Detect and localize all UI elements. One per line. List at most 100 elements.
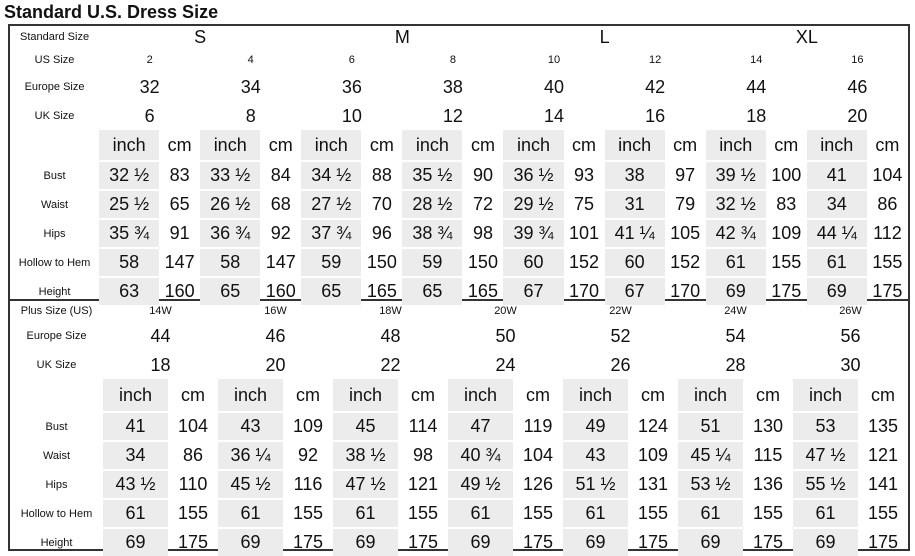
hips-cm-cell: 96: [361, 218, 403, 247]
row-label: Hollow to Hem: [10, 247, 100, 276]
hips-inch-cell: 51 ½: [563, 469, 628, 498]
unit-inch-header: inch: [103, 379, 168, 411]
unit-cm-header: cm: [411, 384, 435, 405]
bust-cm-cell: 97: [664, 160, 706, 189]
uk-size-cell: 18: [150, 354, 171, 375]
bust-inch-cell: 39 ½: [705, 160, 766, 189]
bust-cm-cell: 100: [765, 160, 807, 189]
hollow-to-hem-inch-cell: 60: [604, 247, 665, 276]
row-label: UK Size: [36, 359, 77, 371]
height-inch-cell: 69: [563, 527, 628, 556]
waist-inch-cell: 29 ½: [503, 189, 564, 218]
hollow-to-hem-cm-cell: 152: [664, 247, 706, 276]
europe-size-cell: 56: [840, 325, 861, 346]
unit-inch-header: inch: [448, 379, 513, 411]
measure-row-hips: Hips 35 ¾ 91 36 ¾ 92 37 ¾ 96 38 ¾ 98 39 ¾ 101 41 ¼1…: [10, 218, 908, 247]
hollow-to-hem-cm-cell: 147: [159, 247, 201, 276]
hips-cm-cell: 109: [765, 218, 807, 247]
us-size-cell: 2: [146, 54, 153, 66]
row-label: Hollow to Hem: [10, 498, 103, 527]
waist-inch-cell: 31: [604, 189, 665, 218]
hips-inch-cell: 43 ½: [103, 469, 168, 498]
unit-cm-header: cm: [526, 384, 550, 405]
us-size-cell: 12: [648, 54, 662, 66]
hips-cm-cell: 91: [159, 218, 201, 247]
europe-size-cell: 46: [847, 76, 868, 97]
unit-inch-header: inch: [503, 130, 564, 160]
measure-row-waist: Waist 25 ½ 65 26 ½ 68 27 ½ 70 28 ½ 72 29 ½ 75 31 79 3…: [10, 189, 908, 218]
waist-inch-cell: 36 ¼: [218, 440, 283, 469]
hollow-to-hem-inch-cell: 61: [793, 498, 858, 527]
unit-inch-header: inch: [678, 379, 743, 411]
plus-size-cell: 18W: [379, 305, 402, 317]
plus-size-row: Plus Size (US) 14W 16W 18W 20W 22W 24W 26W: [10, 301, 908, 321]
hollow-to-hem-cm-cell: 150: [462, 247, 504, 276]
hips-cm-cell: 110: [168, 469, 218, 498]
us-size-cell: 8: [449, 54, 456, 66]
row-label: UK Size: [34, 110, 75, 122]
height-cm-cell: 175: [743, 527, 793, 556]
bust-cm-cell: 104: [168, 411, 218, 440]
unit-cm-header: cm: [572, 134, 597, 155]
bust-inch-cell: 45: [333, 411, 398, 440]
bust-cm-cell: 124: [628, 411, 678, 440]
hollow-to-hem-cm-cell: 155: [398, 498, 448, 527]
hips-cm-cell: 105: [664, 218, 706, 247]
uk-size-cell: 16: [645, 105, 666, 126]
measure-row-height: Height 69 175 69 175 69 175 69 175 69 175 69 175 69 17…: [10, 527, 908, 556]
unit-inch-header: inch: [200, 130, 261, 160]
us-size-cell: 14: [750, 54, 763, 66]
unit-inch-header: inch: [301, 130, 362, 160]
waist-inch-cell: 26 ½: [200, 189, 261, 218]
waist-inch-cell: 27 ½: [301, 189, 362, 218]
row-label: Bust: [10, 160, 100, 189]
standard-size-table: Standard Size S M L XL US Size 2 4 6 8 10 12 14 16 Eur…: [10, 26, 908, 305]
europe-size-cell: 46: [265, 325, 286, 346]
uk-size-row: UK Size 18 20 22 24 26 28 30: [10, 351, 908, 379]
uk-size-cell: 30: [840, 354, 861, 375]
hollow-to-hem-cm-cell: 155: [858, 498, 908, 527]
us-size-cell: 16: [851, 54, 864, 66]
waist-cm-cell: 104: [513, 440, 563, 469]
hollow-to-hem-cm-cell: 155: [628, 498, 678, 527]
bust-inch-cell: 38: [604, 160, 665, 189]
unit-inch-header: inch: [806, 130, 867, 160]
waist-cm-cell: 121: [858, 440, 908, 469]
uk-size-cell: 14: [544, 105, 565, 126]
bust-cm-cell: 109: [283, 411, 333, 440]
hollow-to-hem-inch-cell: 61: [678, 498, 743, 527]
row-label: Height: [10, 527, 103, 556]
waist-inch-cell: 34: [806, 189, 867, 218]
bust-inch-cell: 51: [678, 411, 743, 440]
height-inch-cell: 69: [448, 527, 513, 556]
standard-size-row: Standard Size S M L XL: [10, 26, 908, 48]
us-size-cell: 10: [547, 54, 561, 66]
hollow-to-hem-cm-cell: 147: [260, 247, 302, 276]
hollow-to-hem-cm-cell: 150: [361, 247, 403, 276]
bust-cm-cell: 119: [513, 411, 563, 440]
hips-inch-cell: 38 ¾: [402, 218, 463, 247]
waist-cm-cell: 86: [866, 189, 908, 218]
bust-inch-cell: 41: [103, 411, 168, 440]
waist-cm-cell: 92: [283, 440, 333, 469]
standard-size-xl: XL: [795, 26, 818, 47]
bust-inch-cell: 36 ½: [503, 160, 564, 189]
hollow-to-hem-cm-cell: 155: [283, 498, 333, 527]
hips-inch-cell: 55 ½: [793, 469, 858, 498]
waist-inch-cell: 28 ½: [402, 189, 463, 218]
row-label: Waist: [10, 440, 103, 469]
uk-size-cell: 20: [265, 354, 286, 375]
hips-inch-cell: 49 ½: [448, 469, 513, 498]
us-size-row: US Size 2 4 6 8 10 12 14 16: [10, 48, 908, 72]
bust-cm-cell: 135: [858, 411, 908, 440]
height-cm-cell: 175: [398, 527, 448, 556]
bust-inch-cell: 49: [563, 411, 628, 440]
unit-inch-header: inch: [333, 379, 398, 411]
plus-size-cell: 14W: [149, 305, 172, 317]
measure-row-bust: Bust 41 104 43 109 45 114 47 119 49 124 51 130 53 135: [10, 411, 908, 440]
unit-cm-header: cm: [181, 384, 205, 405]
height-cm-cell: 175: [168, 527, 218, 556]
hips-inch-cell: 47 ½: [333, 469, 398, 498]
page-title: Standard U.S. Dress Size: [4, 2, 219, 22]
hips-inch-cell: 45 ½: [218, 469, 283, 498]
